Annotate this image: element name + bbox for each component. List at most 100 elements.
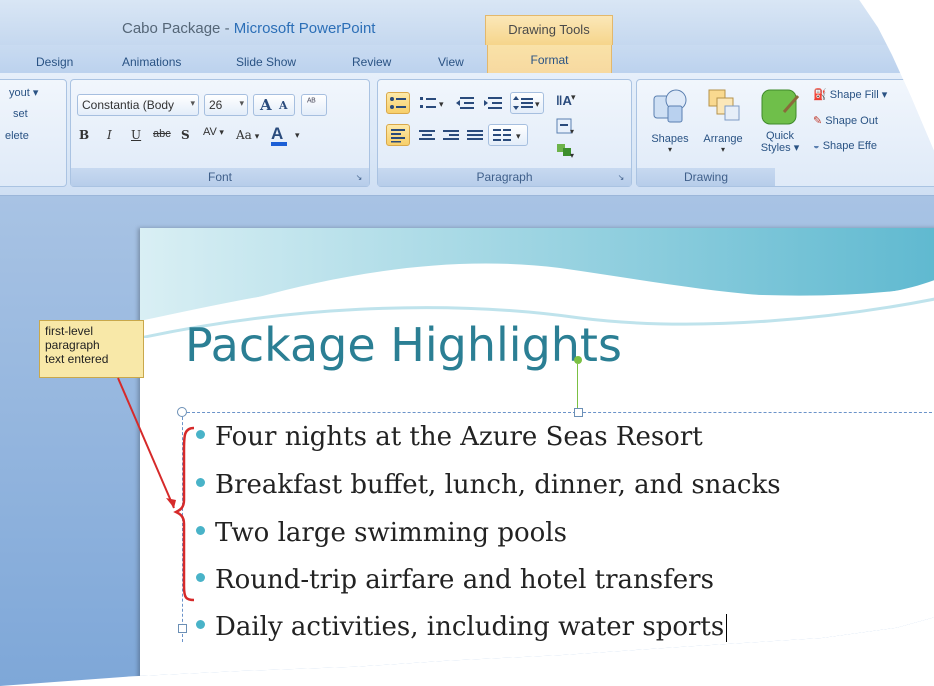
font-name-combo[interactable]: Constantia (Body ▾ — [77, 94, 199, 116]
convert-to-smartart-button[interactable]: ▾ — [554, 140, 576, 163]
rotation-handle[interactable] — [574, 356, 582, 364]
drawing-group: Shapes ▾ Arrange ▾ Quick Styles ▾ ⛽ Shap… — [636, 79, 934, 187]
bullet-item[interactable]: Breakfast buffet, lunch, dinner, and sna… — [196, 470, 781, 500]
increase-indent-button[interactable] — [482, 94, 506, 115]
drawing-tools-context-label: Drawing Tools — [485, 15, 613, 45]
powerpoint-window: Cabo Package - Microsoft PowerPoint Draw… — [0, 0, 934, 686]
grow-shrink-font-buttons[interactable]: A A — [253, 94, 295, 116]
bullet-icon — [196, 477, 205, 487]
paragraph-group: ▾ ▾ ‖A ▾ ▾ ▾ ▾ Paragraph ↘ — [377, 79, 632, 187]
text-shadow-button[interactable]: S — [181, 128, 190, 142]
resize-handle[interactable] — [177, 407, 187, 417]
align-text-icon: ▾ — [556, 118, 574, 136]
bullet-item[interactable]: Four nights at the Azure Seas Resort — [196, 422, 703, 452]
callout-line-3: text entered — [45, 352, 109, 366]
tab-review[interactable]: Review — [352, 55, 391, 69]
title-separator: - — [220, 20, 234, 37]
bullet-item[interactable]: Daily activities, including water sports — [196, 612, 728, 642]
delete-button[interactable]: elete — [5, 130, 29, 142]
align-center-icon — [419, 130, 435, 140]
chevron-down-icon: ▾ — [720, 145, 725, 154]
chevron-down-icon[interactable]: ▾ — [295, 130, 300, 141]
chevron-down-icon: ▾ — [667, 145, 672, 154]
font-color-button[interactable]: A — [271, 124, 287, 146]
shapes-button[interactable]: Shapes ▾ — [643, 86, 697, 166]
clear-formatting-button[interactable]: ᴬᴮ — [301, 94, 327, 116]
tab-view[interactable]: View — [438, 55, 464, 69]
justify-button[interactable] — [464, 126, 486, 149]
shape-effects-button[interactable]: ◒ Shape Effe — [813, 140, 877, 152]
shape-outline-button[interactable]: ✎ Shape Out — [813, 114, 878, 127]
text-direction-icon: ‖A ▾ — [556, 92, 576, 108]
bullets-button[interactable] — [386, 92, 410, 114]
resize-handle[interactable] — [178, 624, 187, 633]
title-bar: Cabo Package - Microsoft PowerPoint Draw… — [0, 0, 934, 45]
font-name-value: Constantia (Body — [82, 98, 175, 112]
character-spacing-button[interactable]: AV ▾ — [203, 126, 224, 138]
tab-design[interactable]: Design — [36, 55, 73, 69]
bullet-item[interactable]: Round-trip airfare and hotel transfers — [196, 565, 714, 595]
align-right-button[interactable] — [440, 126, 462, 149]
italic-button[interactable]: I — [107, 128, 112, 142]
layout-button[interactable]: yout ▾ — [9, 86, 38, 99]
slide-title[interactable]: Package Highlights — [185, 318, 622, 372]
align-right-icon — [443, 130, 459, 140]
bold-button[interactable]: B — [79, 128, 89, 142]
tab-format[interactable]: Format — [487, 45, 612, 73]
increase-indent-icon — [484, 97, 502, 109]
application-name: Microsoft PowerPoint — [233, 20, 376, 37]
change-case-button[interactable]: Aa ▾ — [236, 128, 259, 142]
resize-handle[interactable] — [574, 408, 583, 417]
svg-text:▾: ▾ — [571, 92, 576, 102]
font-size-combo[interactable]: 26 ▾ — [204, 94, 248, 116]
smartart-icon: ▾ — [557, 144, 574, 160]
bullet-list-icon — [390, 97, 406, 109]
shrink-font-icon[interactable]: A — [279, 99, 288, 112]
numbering-button[interactable]: ▾ — [418, 94, 446, 115]
text-direction-button[interactable]: ‖A ▾ — [554, 90, 578, 113]
align-left-icon — [391, 129, 405, 143]
font-size-value: 26 — [209, 98, 223, 112]
arrange-icon — [708, 89, 740, 121]
bullet-item[interactable]: Two large swimming pools — [196, 518, 567, 548]
shapes-icon — [653, 89, 687, 123]
line-spacing-button[interactable]: ▾ — [510, 92, 544, 114]
ribbon-tab-row: Design Animations Slide Show Review View — [0, 45, 934, 73]
quick-styles-label-2: Styles ▾ — [760, 142, 800, 154]
align-left-button[interactable] — [386, 124, 410, 146]
paragraph-dialog-launcher-icon[interactable]: ↘ — [616, 173, 626, 183]
decrease-indent-icon — [456, 97, 474, 109]
numbered-list-icon: ▾ — [420, 97, 444, 109]
arrange-button[interactable]: Arrange ▾ — [697, 86, 749, 166]
decrease-indent-button[interactable] — [454, 94, 478, 115]
align-center-button[interactable] — [416, 126, 438, 149]
underline-button[interactable]: U — [131, 128, 141, 142]
paint-bucket-icon: ⛽ — [813, 89, 827, 101]
strikethrough-button[interactable]: abc — [153, 128, 171, 140]
tab-animations[interactable]: Animations — [122, 55, 181, 69]
shape-fill-button[interactable]: ⛽ Shape Fill ▾ — [813, 88, 887, 101]
pencil-outline-icon: ✎ — [813, 115, 823, 127]
quick-styles-button[interactable]: Quick Styles ▾ — [751, 86, 809, 166]
svg-text:▾: ▾ — [516, 131, 521, 141]
callout-box: first-level paragraph text entered — [39, 320, 144, 378]
callout-line-2: paragraph — [45, 338, 100, 352]
grow-font-icon[interactable]: A — [260, 96, 272, 114]
window-title: Cabo Package - Microsoft PowerPoint — [122, 20, 375, 37]
align-text-button[interactable]: ▾ — [554, 116, 576, 139]
svg-text:▾: ▾ — [439, 99, 444, 109]
tab-slide-show[interactable]: Slide Show — [236, 55, 296, 69]
shape-effects-icon: ◒ — [813, 140, 820, 152]
svg-text:▾: ▾ — [535, 99, 540, 109]
callout-line-1: first-level — [45, 324, 94, 338]
columns-button[interactable]: ▾ — [488, 124, 528, 146]
line-spacing-icon: ▾ — [513, 96, 540, 110]
justify-icon — [467, 130, 483, 140]
svg-text:▾: ▾ — [570, 127, 574, 136]
reset-button[interactable]: set — [13, 108, 28, 120]
font-group: Constantia (Body ▾ 26 ▾ A A ᴬᴮ B I U abc… — [70, 79, 370, 187]
shapes-label: Shapes — [651, 133, 689, 145]
svg-text:‖A: ‖A — [556, 93, 572, 108]
font-dialog-launcher-icon[interactable]: ↘ — [354, 173, 364, 183]
bullet-icon — [196, 619, 205, 629]
